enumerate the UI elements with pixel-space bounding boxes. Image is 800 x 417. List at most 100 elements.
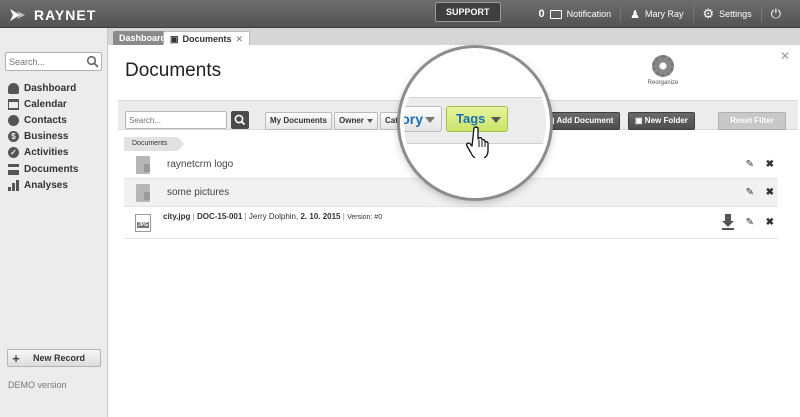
reorganize-label: Reorganize (647, 80, 679, 86)
user-icon: ♟ (630, 8, 640, 21)
file-version: Version: #0 (347, 214, 383, 221)
folder-icon (136, 155, 150, 174)
sidebar-item-documents[interactable]: Documents (8, 161, 78, 177)
tab-documents[interactable]: ▣ Documents ✕ (163, 31, 251, 46)
chevron-down-icon (425, 117, 435, 123)
sidebar-item-contacts[interactable]: Contacts (8, 112, 78, 128)
tags-label: Tags (456, 111, 486, 126)
settings-button[interactable]: ⚙ Settings (692, 6, 761, 22)
download-icon[interactable] (721, 213, 735, 231)
sidebar: Dashboard Calendar Contacts $ Business ✓… (0, 28, 108, 417)
edit-icon[interactable]: ✎ (746, 217, 754, 228)
sidebar-item-activities[interactable]: ✓ Activities (8, 145, 78, 161)
sidebar-item-dashboard[interactable]: Dashboard (8, 80, 78, 96)
my-documents-button[interactable]: My Documents (265, 112, 332, 130)
page-title: Documents (125, 60, 222, 81)
edit-icon[interactable]: ✎ (746, 187, 754, 198)
file-name[interactable]: city.jpg (163, 212, 190, 221)
business-icon: $ (8, 131, 19, 143)
new-record-button[interactable]: + New Record (7, 349, 101, 367)
file-date: 2. 10. 2015 (300, 212, 341, 221)
sidebar-item-label: Documents (24, 163, 79, 175)
document-search-button[interactable] (231, 111, 249, 129)
document-search (125, 111, 227, 129)
row-name[interactable]: raynetcrm logo (167, 159, 233, 170)
sidebar-item-label: Analyses (24, 179, 68, 191)
notification-count: 0 (538, 8, 545, 20)
new-folder-button[interactable]: ▣ New Folder (628, 112, 695, 130)
folder-icon (136, 183, 150, 202)
edit-icon[interactable]: ✎ (746, 159, 754, 170)
top-bar: RAYNET SUPPORT 0 Notification ♟ Mary Ray… (0, 0, 800, 28)
notification-button[interactable]: 0 Notification (529, 6, 620, 22)
chevron-down-icon (491, 117, 501, 123)
delete-icon[interactable]: ✖ (766, 159, 774, 170)
row-name[interactable]: some pictures (167, 187, 229, 198)
gear-icon: ⚙ (702, 6, 715, 21)
activities-icon: ✓ (8, 147, 19, 159)
power-icon: ⏻ (770, 6, 781, 21)
search-icon (234, 114, 246, 126)
gear-icon (652, 55, 674, 77)
sidebar-item-label: Business (24, 131, 69, 143)
sidebar-item-label: Activities (24, 147, 69, 159)
contacts-icon (8, 114, 19, 126)
close-panel-icon[interactable]: ✕ (780, 49, 790, 63)
folder-add-icon: ▣ (635, 116, 643, 125)
owner-filter[interactable]: Owner (334, 112, 378, 130)
delete-icon[interactable]: ✖ (766, 217, 774, 228)
top-right-menu: 0 Notification ♟ Mary Ray ⚙ Settings ⏻ (529, 0, 790, 28)
support-button[interactable]: SUPPORT (435, 2, 501, 22)
add-document-button[interactable]: ▤ Add Document (540, 112, 621, 130)
sidebar-item-label: Calendar (24, 98, 67, 110)
sidebar-item-analyses[interactable]: Analyses (8, 177, 78, 193)
analyses-icon (8, 179, 19, 191)
close-icon[interactable]: ✕ (236, 32, 244, 46)
sidebar-item-business[interactable]: $ Business (8, 129, 78, 145)
brand-name: RAYNET (34, 7, 97, 23)
magnifier-callout: ory Tags (400, 48, 550, 198)
document-search-input[interactable] (126, 112, 224, 128)
dashboard-icon (8, 82, 19, 94)
breadcrumb[interactable]: Documents (124, 137, 184, 151)
sidebar-search (5, 52, 102, 71)
demo-version-label: DEMO version (8, 380, 67, 390)
sidebar-item-label: Dashboard (24, 82, 77, 94)
user-menu[interactable]: ♟ Mary Ray (620, 6, 692, 22)
notification-label: Notification (566, 9, 612, 19)
plus-icon: + (12, 350, 20, 366)
calendar-icon (8, 98, 19, 110)
category-filter-zoomed[interactable]: ory (401, 106, 442, 132)
user-name: Mary Ray (645, 9, 684, 19)
file-owner: Jerry Dolphin, (248, 212, 299, 221)
add-document-label: Add Document (556, 116, 614, 125)
message-icon (549, 9, 562, 19)
new-folder-label: New Folder (644, 116, 688, 125)
sidebar-item-calendar[interactable]: Calendar (8, 96, 78, 112)
sidebar-search-input[interactable] (6, 53, 84, 70)
settings-label: Settings (719, 9, 752, 19)
owner-filter-label: Owner (339, 116, 364, 125)
tab-label: Documents (182, 33, 232, 44)
documents-tab-icon: ▣ (170, 33, 179, 44)
reset-filter-button[interactable]: Reset Filter (718, 112, 786, 130)
lens-background (404, 52, 546, 97)
chevron-down-icon (366, 118, 373, 123)
documents-icon (8, 163, 19, 175)
raynet-logo-icon (10, 9, 28, 21)
new-record-label: New Record (32, 353, 85, 363)
table-row[interactable]: JPG city.jpg | DOC-15-001 | Jerry Dolphi… (124, 207, 778, 239)
sidebar-nav: Dashboard Calendar Contacts $ Business ✓… (8, 80, 78, 193)
sidebar-item-label: Contacts (24, 114, 67, 126)
file-meta: city.jpg | DOC-15-001 | Jerry Dolphin, 2… (163, 212, 383, 221)
hand-cursor-icon (466, 126, 489, 158)
logout-button[interactable]: ⏻ (760, 6, 790, 22)
image-file-icon: JPG (135, 213, 151, 232)
delete-icon[interactable]: ✖ (766, 187, 774, 198)
file-code: DOC-15-001 (196, 212, 243, 221)
category-fragment: ory (401, 111, 423, 127)
tab-bar: Dashboard ▣ Documents ✕ (108, 28, 800, 45)
logo[interactable]: RAYNET (10, 7, 96, 23)
reorganize-button[interactable]: Reorganize (638, 55, 688, 86)
search-icon[interactable] (86, 55, 99, 68)
